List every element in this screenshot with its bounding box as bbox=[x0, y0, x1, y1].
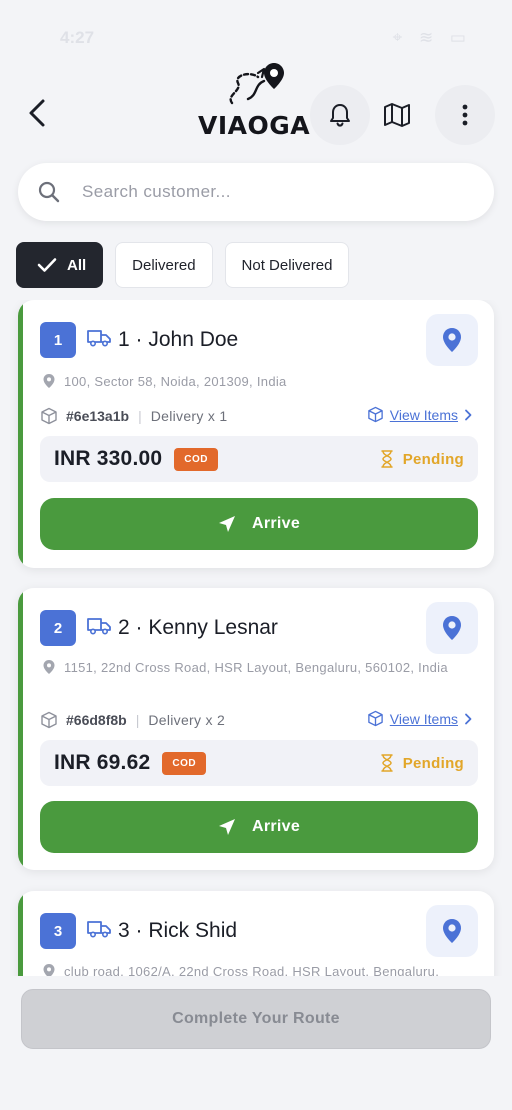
arrive-label: Arrive bbox=[251, 818, 301, 835]
stop-number-badge: 2 bbox=[40, 610, 76, 646]
order-id: #6e13a1b bbox=[66, 408, 130, 424]
hourglass-icon bbox=[380, 754, 393, 772]
package-icon bbox=[368, 406, 383, 423]
navigation-arrow-icon bbox=[218, 516, 235, 532]
payment-badge: COD bbox=[162, 751, 207, 775]
delivery-list: 1 1 · John Doe 100, Sector 58, Noida, 20… bbox=[0, 300, 512, 976]
customer-address: club road, 1062/A, 22nd Cross Road, HSR … bbox=[64, 964, 440, 976]
notifications-button[interactable] bbox=[310, 85, 370, 145]
arrive-button[interactable]: Arrive bbox=[40, 801, 478, 853]
location-pin-icon bbox=[443, 919, 461, 943]
order-amount: INR 330.00 bbox=[54, 447, 163, 470]
check-icon bbox=[37, 258, 57, 272]
filter-not-delivered-chip[interactable]: Not Delivered bbox=[224, 242, 350, 288]
arrive-button[interactable]: Arrive bbox=[40, 498, 478, 550]
status-text: Pending bbox=[402, 754, 464, 772]
brand-logo: VIAOGA bbox=[198, 59, 318, 140]
location-button[interactable] bbox=[426, 314, 478, 366]
payment-badge: COD bbox=[174, 447, 218, 471]
view-items-label: View Items bbox=[389, 406, 458, 423]
address-pin-icon bbox=[43, 374, 55, 388]
route-logo-icon bbox=[229, 63, 284, 105]
filter-chips: All Delivered Not Delivered bbox=[16, 242, 350, 288]
order-id: #66d8f8b bbox=[66, 712, 127, 728]
filter-all-chip[interactable]: All bbox=[16, 242, 104, 288]
more-vertical-icon bbox=[462, 104, 468, 126]
arrive-label: Arrive bbox=[251, 515, 301, 532]
amount-row: INR 69.62 COD Pending bbox=[40, 740, 478, 786]
search-bar bbox=[18, 163, 494, 221]
customer-name: 1 · John Doe bbox=[118, 328, 239, 351]
status-indicator: Pending bbox=[380, 754, 464, 772]
status-time: 4:27 bbox=[60, 28, 95, 47]
view-items-label: View Items bbox=[389, 710, 458, 727]
truck-icon bbox=[87, 330, 111, 347]
search-input[interactable] bbox=[82, 182, 462, 202]
order-amount: INR 69.62 bbox=[54, 751, 151, 774]
hourglass-icon bbox=[380, 450, 393, 468]
truck-icon bbox=[87, 618, 111, 635]
map-button[interactable] bbox=[367, 85, 427, 145]
package-icon bbox=[41, 711, 57, 729]
status-icons: ⌖ ≋ ▭ bbox=[392, 28, 472, 47]
filter-label: Not Delivered bbox=[241, 256, 333, 274]
address-pin-icon bbox=[43, 964, 55, 976]
stop-number-badge: 1 bbox=[40, 322, 76, 358]
more-options-button[interactable] bbox=[435, 85, 495, 145]
order-meta: #6e13a1b | Delivery x 1 bbox=[40, 406, 227, 426]
amount-row: INR 330.00 COD Pending bbox=[40, 436, 478, 482]
customer-name: 2 · Kenny Lesnar bbox=[118, 616, 278, 639]
map-icon bbox=[384, 103, 410, 127]
chevron-right-icon bbox=[465, 409, 472, 420]
package-icon bbox=[41, 407, 57, 425]
view-items-link[interactable]: View Items bbox=[367, 406, 472, 423]
app-header: VIAOGA bbox=[0, 55, 512, 155]
bell-icon bbox=[330, 104, 350, 127]
divider: | bbox=[138, 408, 142, 424]
location-pin-icon bbox=[443, 328, 461, 352]
location-button[interactable] bbox=[426, 905, 478, 957]
brand-name: VIAOGA bbox=[198, 111, 311, 140]
back-button[interactable] bbox=[20, 93, 54, 133]
navigation-arrow-icon bbox=[218, 819, 235, 835]
truck-icon bbox=[87, 921, 111, 938]
status-text: Pending bbox=[402, 450, 464, 468]
status-indicator: Pending bbox=[380, 450, 464, 468]
complete-route-button[interactable]: Complete Your Route bbox=[21, 989, 491, 1049]
package-icon bbox=[368, 710, 383, 727]
customer-address: 1151, 22nd Cross Road, HSR Layout, Benga… bbox=[64, 660, 448, 675]
back-arrow-icon bbox=[29, 99, 45, 127]
customer-address: 100, Sector 58, Noida, 201309, India bbox=[64, 374, 287, 389]
chevron-right-icon bbox=[465, 713, 472, 724]
delivery-quantity: Delivery x 2 bbox=[148, 712, 226, 728]
delivery-quantity: Delivery x 1 bbox=[150, 408, 228, 424]
location-button[interactable] bbox=[426, 602, 478, 654]
delivery-card: 1 1 · John Doe 100, Sector 58, Noida, 20… bbox=[18, 300, 494, 568]
filter-delivered-chip[interactable]: Delivered bbox=[115, 242, 213, 288]
filter-label: All bbox=[67, 256, 87, 274]
divider: | bbox=[135, 712, 140, 728]
location-pin-icon bbox=[443, 616, 461, 640]
order-meta: #66d8f8b | Delivery x 2 bbox=[40, 710, 225, 730]
delivery-card: 3 3 · Rick Shid club road, 1062/A, 22nd … bbox=[18, 891, 494, 976]
customer-name: 3 · Rick Shid bbox=[118, 919, 238, 942]
delivery-card: 2 2 · Kenny Lesnar 1151, 22nd Cross Road… bbox=[18, 588, 494, 870]
filter-label: Delivered bbox=[132, 256, 196, 274]
stop-number-badge: 3 bbox=[40, 913, 76, 949]
search-icon bbox=[18, 180, 76, 204]
address-pin-icon bbox=[43, 660, 55, 674]
view-items-link[interactable]: View Items bbox=[367, 710, 472, 727]
